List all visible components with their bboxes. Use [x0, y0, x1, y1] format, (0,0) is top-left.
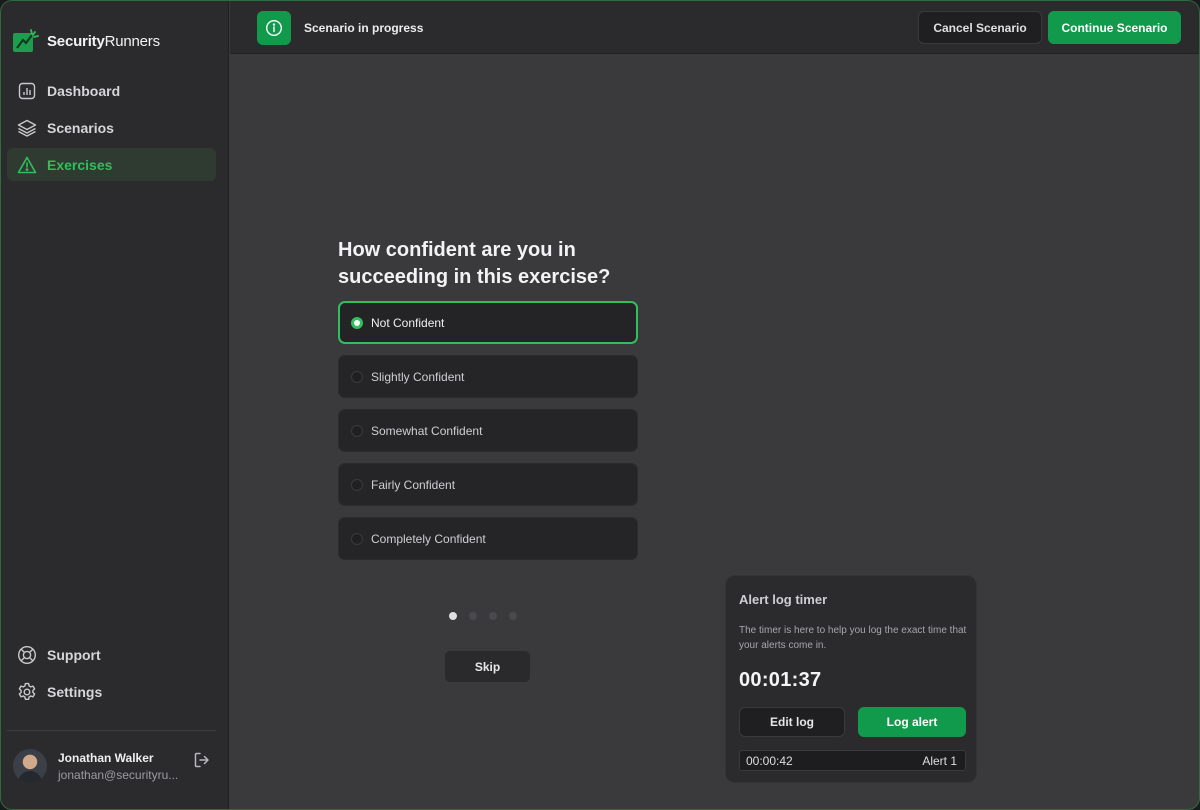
sidebar-item-label: Scenarios — [47, 119, 114, 136]
page-dot-2[interactable] — [469, 612, 477, 620]
page-dot-4[interactable] — [509, 612, 517, 620]
brand-logo-area[interactable]: SecurityRunners — [13, 29, 160, 53]
info-badge — [257, 11, 291, 45]
security-runners-logo-icon — [13, 29, 39, 52]
avatar — [13, 749, 47, 783]
sidebar: SecurityRunners Dashboard Scenarios Exer… — [1, 1, 229, 809]
option-somewhat-confident[interactable]: Somewhat Confident — [338, 409, 638, 452]
edit-log-button[interactable]: Edit log — [739, 707, 845, 737]
info-icon — [265, 19, 283, 37]
log-alert-button[interactable]: Log alert — [858, 707, 966, 737]
user-profile[interactable]: Jonathan Walker jonathan@securityru... — [13, 749, 213, 785]
option-slightly-confident[interactable]: Slightly Confident — [338, 355, 638, 398]
user-email: jonathan@securityru... — [58, 768, 179, 782]
sidebar-item-exercises[interactable]: Exercises — [7, 148, 216, 181]
sidebar-item-label: Exercises — [47, 156, 113, 173]
sidebar-nav: Dashboard Scenarios Exercises — [7, 74, 216, 185]
sidebar-item-label: Dashboard — [47, 82, 121, 99]
option-label: Somewhat Confident — [371, 423, 483, 438]
log-entry-row[interactable]: 00:00:42 Alert 1 — [739, 750, 966, 771]
app-window: SecurityRunners Dashboard Scenarios Exer… — [0, 0, 1200, 810]
radio-button[interactable] — [351, 316, 363, 329]
option-not-confident[interactable]: Not Confident — [338, 301, 638, 344]
option-label: Not Confident — [371, 315, 445, 330]
timer-title: Alert log timer — [739, 592, 828, 607]
sidebar-item-support[interactable]: Support — [7, 638, 216, 671]
option-label: Completely Confident — [371, 531, 486, 546]
confidence-options: Not Confident Slightly Confident Somewha… — [338, 301, 638, 571]
sidebar-bottom-nav: Support Settings — [7, 638, 216, 712]
sidebar-item-label: Settings — [47, 683, 103, 700]
user-name: Jonathan Walker — [58, 751, 154, 765]
timer-value: 00:01:37 — [739, 669, 822, 691]
sidebar-item-settings[interactable]: Settings — [7, 675, 216, 708]
option-completely-confident[interactable]: Completely Confident — [338, 517, 638, 560]
continue-scenario-button[interactable]: Continue Scenario — [1048, 11, 1181, 44]
gear-icon — [17, 682, 37, 702]
cancel-scenario-button[interactable]: Cancel Scenario — [918, 11, 1042, 44]
lifebuoy-icon — [17, 645, 37, 665]
logout-icon[interactable] — [193, 751, 211, 769]
sidebar-item-dashboard[interactable]: Dashboard — [7, 74, 216, 107]
divider — [7, 730, 216, 731]
pagination-dots — [449, 612, 517, 620]
page-dot-3[interactable] — [489, 612, 497, 620]
brand-name: SecurityRunners — [47, 32, 160, 50]
question-title: How confident are you in succeeding in t… — [338, 239, 611, 288]
alert-log-timer-card: Alert log timer The timer is here to hel… — [725, 575, 977, 783]
skip-button[interactable]: Skip — [444, 650, 531, 683]
page-dot-1[interactable] — [449, 612, 457, 620]
layers-icon — [17, 118, 37, 138]
timer-description: The timer is here to help you log the ex… — [739, 625, 967, 651]
radio-button[interactable] — [351, 478, 363, 491]
warning-triangle-icon — [17, 155, 37, 175]
top-bar: Scenario in progress Cancel Scenario Con… — [230, 1, 1199, 54]
option-label: Slightly Confident — [371, 369, 465, 384]
log-entry-label: Alert 1 — [922, 753, 957, 768]
radio-button[interactable] — [351, 424, 363, 437]
sidebar-item-label: Support — [47, 646, 101, 663]
radio-button[interactable] — [351, 370, 363, 383]
log-entry-time: 00:00:42 — [746, 753, 793, 768]
option-label: Fairly Confident — [371, 477, 456, 492]
bar-chart-icon — [17, 81, 37, 101]
scenario-status: Scenario in progress — [304, 21, 424, 35]
sidebar-item-scenarios[interactable]: Scenarios — [7, 111, 216, 144]
option-fairly-confident[interactable]: Fairly Confident — [338, 463, 638, 506]
radio-button[interactable] — [351, 532, 363, 545]
